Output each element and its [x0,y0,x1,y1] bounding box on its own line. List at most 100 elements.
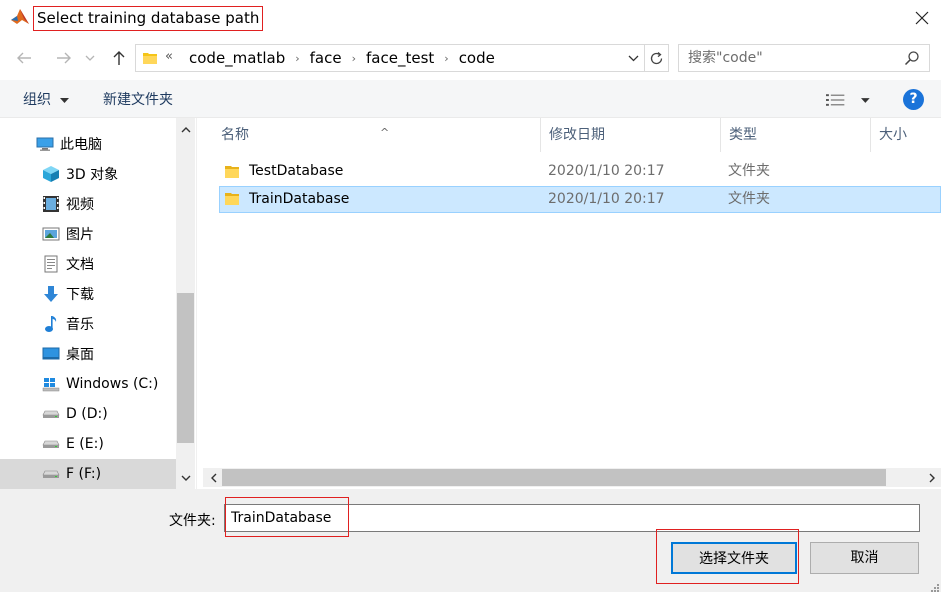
address-box[interactable]: « code_matlab › face › face_test › code [135,44,669,72]
download-icon [41,284,61,304]
chevron-down-icon [628,55,638,61]
breadcrumb-item[interactable]: code_matlab [183,49,291,67]
chevron-down-icon [181,475,190,481]
nav-item-videos[interactable]: 视频 [0,189,176,219]
file-modified: 2020/1/10 20:17 [548,163,665,179]
search-input[interactable] [679,45,901,71]
breadcrumb-item[interactable]: face [304,49,348,67]
chevron-up-icon [181,127,190,133]
address-bar: « code_matlab › face › face_test › code [0,40,941,76]
select-folder-button[interactable]: 选择文件夹 [671,542,797,574]
organize-menu[interactable]: 组织 [23,90,70,110]
scroll-thumb[interactable] [222,469,886,486]
nav-scrollbar[interactable] [176,118,195,489]
arrow-left-icon [17,52,31,64]
drive-icon [41,464,61,484]
chevron-right-icon[interactable]: › [440,52,452,65]
chevron-right-icon[interactable]: › [348,52,360,65]
file-row[interactable]: TestDatabase 2020/1/10 20:17 文件夹 [219,159,941,186]
file-row-selected[interactable]: TrainDatabase 2020/1/10 20:17 文件夹 [219,186,941,213]
file-type: 文件夹 [728,163,770,179]
nav-item-label: 桌面 [66,347,94,363]
windows-drive-icon [41,374,61,394]
nav-item-windows-c[interactable]: Windows (C:) [0,369,176,399]
column-modified[interactable]: 修改日期 [541,118,721,152]
column-size[interactable]: 大小 [871,118,941,152]
sort-up-icon: ^ [380,126,390,139]
window-title: Select training database path [33,6,264,31]
nav-item-label: Windows (C:) [66,376,159,392]
breadcrumb-item[interactable]: code [453,49,501,67]
close-button[interactable] [905,5,939,31]
drive-icon [41,404,61,424]
scroll-thumb[interactable] [177,293,194,443]
file-list: 名称 ^ 修改日期 类型 大小 TestDatabase 2020/1/10 2… [203,118,941,489]
column-type[interactable]: 类型 [721,118,871,152]
nav-item-downloads[interactable]: 下载 [0,279,176,309]
file-name: TrainDatabase [249,191,350,207]
dialog-footer: 文件夹: 选择文件夹 取消 [0,489,941,592]
nav-item-label: E (E:) [66,436,104,452]
drive-icon [41,434,61,454]
column-header: 名称 ^ 修改日期 类型 大小 [203,118,941,152]
breadcrumb: code_matlab › face › face_test › code [183,45,501,71]
folder-name-input[interactable] [224,504,920,532]
refresh-button[interactable] [644,45,668,71]
command-bar: 组织 新建文件夹 ? [0,80,941,118]
caret-down-icon [60,97,70,103]
music-icon [41,314,61,334]
address-history-button[interactable] [623,47,643,69]
nav-item-this-pc[interactable]: 此电脑 [0,129,176,159]
nav-item-3d-objects[interactable]: 3D 对象 [0,159,176,189]
search-icon[interactable] [904,50,920,70]
nav-item-f-drive[interactable]: F (F:) [0,459,176,489]
matlab-logo-icon [10,7,30,27]
chevron-down-icon [85,55,95,61]
arrow-up-icon [113,51,125,65]
back-button[interactable] [12,46,36,70]
chevron-right-icon[interactable]: › [291,52,303,65]
nav-item-documents[interactable]: 文档 [0,249,176,279]
horizontal-scrollbar[interactable] [203,468,941,487]
navigation-pane: 此电脑 3D 对象 视频 图片 文档 下载 音乐 桌面 Windows (C:)… [0,118,197,489]
chevron-right-icon [929,473,935,482]
folder-icon [225,163,241,188]
nav-item-label: F (F:) [66,466,102,482]
organize-label: 组织 [23,92,51,108]
resize-grip-icon[interactable] [930,581,940,592]
nav-item-music[interactable]: 音乐 [0,309,176,339]
file-name: TestDatabase [249,163,344,179]
cancel-button[interactable]: 取消 [810,542,919,574]
scroll-right-button[interactable] [923,468,940,487]
scroll-down-button[interactable] [176,468,195,488]
desktop-icon [41,344,61,364]
document-icon [41,254,61,274]
new-folder-button[interactable]: 新建文件夹 [103,90,173,110]
scroll-up-button[interactable] [176,120,195,140]
nav-item-label: 图片 [66,227,94,243]
forward-button[interactable] [52,46,76,70]
nav-item-desktop[interactable]: 桌面 [0,339,176,369]
cube-icon [41,164,61,184]
scroll-left-button[interactable] [205,468,222,487]
column-label: 名称 [221,127,249,143]
folder-icon [143,52,157,68]
help-button[interactable]: ? [903,89,924,110]
search-box [678,44,930,72]
nav-item-label: D (D:) [66,406,108,422]
chevron-left-icon [210,473,216,482]
nav-item-label: 视频 [66,197,94,213]
view-options-button[interactable] [826,91,870,109]
nav-item-label: 此电脑 [60,137,102,153]
overflow-marker[interactable]: « [165,49,173,64]
up-button[interactable] [107,46,131,70]
breadcrumb-item[interactable]: face_test [360,49,440,67]
nav-item-e-drive[interactable]: E (E:) [0,429,176,459]
recent-locations-button[interactable] [82,46,98,70]
nav-item-d-drive[interactable]: D (D:) [0,399,176,429]
details-view-icon [826,94,845,106]
nav-item-label: 下载 [66,287,94,303]
nav-item-pictures[interactable]: 图片 [0,219,176,249]
column-name[interactable]: 名称 ^ [213,118,541,152]
nav-item-label: 文档 [66,257,94,273]
